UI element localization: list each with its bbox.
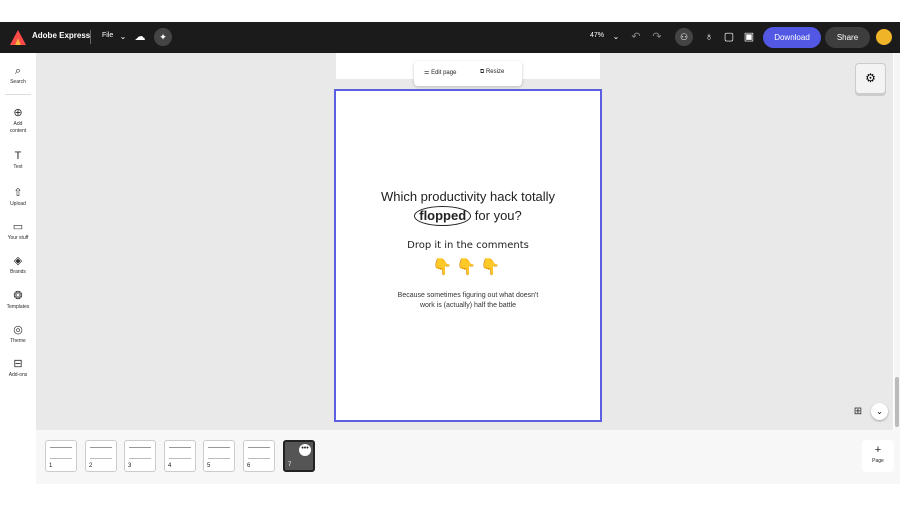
vertical-scrollbar[interactable] <box>894 53 900 430</box>
page-thumbnail[interactable]: 4 <box>164 440 196 472</box>
cta-text[interactable]: Drop it in the comments <box>336 240 600 251</box>
grid-view-icon[interactable]: ⊞ <box>851 405 865 419</box>
addons-icon: ⊟ <box>13 358 23 370</box>
page-number: 2 <box>89 463 93 469</box>
zoom-level[interactable]: 47% <box>590 32 604 39</box>
thumb-content <box>169 447 191 459</box>
resize-icon: ⧉ <box>480 69 485 75</box>
sidebar-item-label: Your stuff <box>7 235 29 241</box>
brands-icon: ◈ <box>13 255 23 267</box>
sidebar-item-search[interactable]: ⌕ Search <box>0 65 36 86</box>
sliders-icon: ⚌ <box>424 70 430 76</box>
sidebar-item-add-ons[interactable]: ⊟ Add-ons <box>0 358 36 379</box>
resize-button[interactable]: ⧉ Resize <box>480 69 504 76</box>
page-thumbnail[interactable]: 6 <box>243 440 275 472</box>
lightbulb-icon[interactable]: ♁ <box>702 30 716 44</box>
app-name[interactable]: Adobe Express <box>32 31 90 40</box>
page-thumbnail[interactable]: 3 <box>124 440 156 472</box>
thumb-content <box>208 447 230 459</box>
sidebar-item-add-content[interactable]: ⊕ Add content <box>0 107 36 135</box>
theme-icon: ◎ <box>13 324 23 336</box>
sidebar-item-label: Templates <box>6 304 30 310</box>
comment-icon[interactable]: ▢ <box>722 30 736 44</box>
magic-icon[interactable]: ✦ <box>154 28 172 46</box>
thumb-content <box>129 447 151 459</box>
sidebar-item-brands[interactable]: ◈ Brands <box>0 255 36 276</box>
scroll-thumb[interactable] <box>895 377 899 427</box>
present-icon[interactable]: ▣ <box>742 30 756 44</box>
thumb-content <box>90 447 112 459</box>
sidebar-item-theme[interactable]: ◎ Theme <box>0 324 36 345</box>
folder-icon: ▭ <box>12 221 24 233</box>
question-line-1: Which productivity hack totally <box>380 189 556 204</box>
page-number: 1 <box>49 463 53 469</box>
sidebar-item-label: Theme <box>10 338 26 344</box>
page-number: 5 <box>207 463 211 469</box>
avatar[interactable] <box>876 29 892 45</box>
search-icon: ⌕ <box>14 65 22 77</box>
thumb-content <box>50 447 72 459</box>
add-page-button[interactable]: + Page <box>862 440 894 472</box>
divider <box>90 30 91 44</box>
page-settings-icon[interactable]: ⚙ <box>855 63 886 94</box>
page-toolbar: ⚌ Edit page ⧉ Resize <box>414 61 522 86</box>
chevron-down-icon[interactable]: ⌄ <box>116 30 130 44</box>
page-number: 6 <box>247 463 251 469</box>
top-bar: Adobe Express File ⌄ ☁ ✦ 47% ⌄ ↶ ↷ ⚇ ♁ ▢… <box>0 22 900 53</box>
sidebar-item-label: Upload <box>10 201 26 207</box>
file-menu[interactable]: File <box>102 32 113 39</box>
sidebar-item-label: Add content <box>9 121 27 134</box>
user-add-icon[interactable]: ⚇ <box>675 28 693 46</box>
upload-icon: ⇧ <box>13 187 23 199</box>
page-thumbnail[interactable]: 2 <box>85 440 117 472</box>
sidebar-item-label: Search <box>10 79 26 85</box>
page-number: 4 <box>168 463 172 469</box>
add-page-label: Page <box>872 458 884 464</box>
pointing-down-emoji[interactable]: 👇👇👇 <box>336 257 600 277</box>
text-icon: T <box>14 150 22 162</box>
chevron-down-icon[interactable]: ⌄ <box>871 403 888 420</box>
page-filmstrip: 1 2 3 4 5 6 ••• 7 + Page <box>36 430 900 484</box>
subtext[interactable]: Because sometimes figuring out what does… <box>396 291 540 311</box>
sidebar-item-your-stuff[interactable]: ▭ Your stuff <box>0 221 36 242</box>
question-text[interactable]: Which productivity hack totally flopped … <box>336 188 600 226</box>
page-thumbnail[interactable]: 1 <box>45 440 77 472</box>
edit-page-label: Edit page <box>431 70 457 76</box>
design-page[interactable]: Which productivity hack totally flopped … <box>334 89 602 422</box>
left-sidebar: ⌕ Search ⊕ Add content T Text ⇧ Upload ▭… <box>0 53 36 484</box>
resize-label: Resize <box>485 69 505 75</box>
edit-page-button[interactable]: ⚌ Edit page <box>424 69 456 76</box>
cloud-icon[interactable]: ☁ <box>133 30 147 44</box>
canvas-area[interactable]: ⚌ Edit page ⧉ Resize Which productivity … <box>36 53 893 430</box>
share-button[interactable]: Share <box>825 27 870 48</box>
thumb-content <box>248 447 270 459</box>
redo-icon[interactable]: ↷ <box>650 30 664 44</box>
more-icon[interactable]: ••• <box>299 444 311 456</box>
sidebar-item-text[interactable]: T Text <box>0 150 36 171</box>
sidebar-item-label: Add-ons <box>8 372 28 378</box>
question-highlight: flopped <box>414 206 472 226</box>
question-line-2: for you? <box>471 208 522 223</box>
adobe-express-logo-icon[interactable] <box>10 30 26 45</box>
page-thumbnail[interactable]: 5 <box>203 440 235 472</box>
undo-icon[interactable]: ↶ <box>629 30 643 44</box>
templates-icon: ❂ <box>13 290 23 302</box>
page-number: 3 <box>128 463 132 469</box>
page-thumbnail-active[interactable]: ••• 7 <box>283 440 315 472</box>
add-icon: ⊕ <box>13 107 23 119</box>
divider <box>5 94 31 95</box>
sidebar-item-templates[interactable]: ❂ Templates <box>0 290 36 311</box>
sidebar-item-label: Text <box>13 164 23 170</box>
chevron-down-icon[interactable]: ⌄ <box>609 30 623 44</box>
sidebar-item-label: Brands <box>10 269 26 275</box>
sidebar-item-upload[interactable]: ⇧ Upload <box>0 187 36 208</box>
plus-icon: + <box>874 444 882 456</box>
page-number: 7 <box>288 462 292 468</box>
download-button[interactable]: Download <box>763 27 821 48</box>
